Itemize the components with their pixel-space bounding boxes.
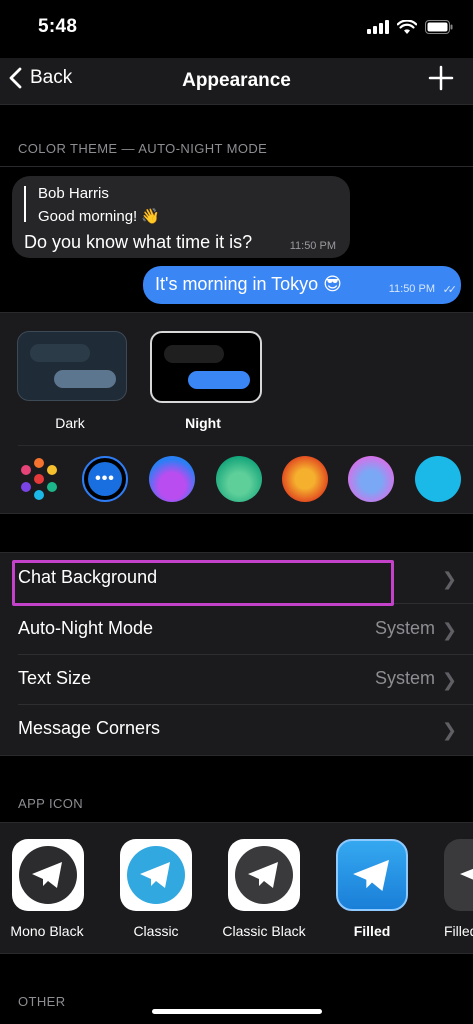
app-icon-mono-black[interactable] [12,839,84,911]
cellular-signal-icon [367,20,389,34]
outgoing-time: 11:50 PM [388,283,435,295]
text-size-row[interactable]: Text Size System ❯ [0,654,473,704]
battery-icon [425,20,453,34]
telegram-plane-icon [353,859,389,892]
text-size-label: Text Size [18,668,92,688]
nav-bar: Back Appearance [0,58,473,105]
theme-dark[interactable] [17,331,127,401]
chat-preview: Bob Harris Good morning! 👋 Do you know w… [0,166,473,312]
chevron-right-icon: ❯ [441,670,457,690]
theme-night[interactable] [150,331,262,403]
chevron-right-icon: ❯ [441,720,457,740]
app-icon-label: Filled [444,923,473,939]
text-size-value: System [374,668,435,688]
status-time: 5:48 [38,16,78,37]
auto-night-mode-row[interactable]: Auto-Night Mode System ❯ [0,604,473,654]
accent-swatch-violet[interactable] [149,456,195,502]
telegram-plane-icon [19,846,77,904]
outgoing-message: It's morning in Tokyo 😎 [155,274,342,294]
accent-swatch-orange[interactable] [282,456,328,502]
status-icons [367,18,453,36]
reply-text: Good morning! 👋 [38,208,161,225]
chevron-right-icon: ❯ [441,620,457,640]
reply-name: Bob Harris [38,185,109,202]
app-icon-label: Classic Black [222,923,306,939]
outgoing-bubble: It's morning in Tokyo 😎 11:50 PM ✓✓ [143,266,461,304]
highlight-box [12,560,394,606]
chevron-right-icon: ❯ [441,569,457,589]
message-corners-row[interactable]: Message Corners ❯ [0,704,473,754]
accent-swatch-blue[interactable]: ••• [82,456,128,502]
app-icon-classic[interactable] [120,839,192,911]
telegram-plane-icon [460,868,473,880]
app-icon-label: Classic [133,923,179,939]
message-corners-label: Message Corners [18,718,161,738]
app-icon-classic-black[interactable] [228,839,300,911]
reply-bar [24,186,26,222]
theme-dark-label: Dark [55,415,85,431]
more-icon: ••• [88,462,122,496]
telegram-plane-icon [235,846,293,904]
incoming-message: Do you know what time it is? [24,232,253,252]
app-icon-header: APP ICON [18,796,84,811]
themes-panel: Dark Night ••• [0,312,473,514]
app-icon-filled-black[interactable] [444,839,473,911]
read-checks-icon: ✓✓ [442,284,458,296]
wifi-icon [397,19,417,34]
add-icon[interactable] [427,64,455,92]
app-icon-list: Mono Black Classic Classic Black Filled … [0,822,473,954]
color-theme-header: COLOR THEME — AUTO-NIGHT MODE [18,141,268,156]
theme-night-label: Night [185,415,221,431]
other-header: OTHER [18,994,66,1009]
home-indicator [152,1009,322,1014]
page-title: Appearance [182,70,291,91]
app-icon-filled[interactable] [336,839,408,911]
app-icon-label: Filled [353,923,391,939]
app-icon-label: Mono Black [10,923,84,939]
incoming-time: 11:50 PM [289,240,336,252]
auto-night-mode-value: System [374,618,435,638]
accent-swatch-green[interactable] [216,456,262,502]
accent-swatch-cyan[interactable] [415,456,461,502]
telegram-plane-icon [127,846,185,904]
accent-swatch-pink[interactable] [348,456,394,502]
auto-night-mode-label: Auto-Night Mode [18,618,154,638]
incoming-bubble: Bob Harris Good morning! 👋 Do you know w… [12,176,350,258]
custom-color-icon[interactable] [16,456,62,502]
